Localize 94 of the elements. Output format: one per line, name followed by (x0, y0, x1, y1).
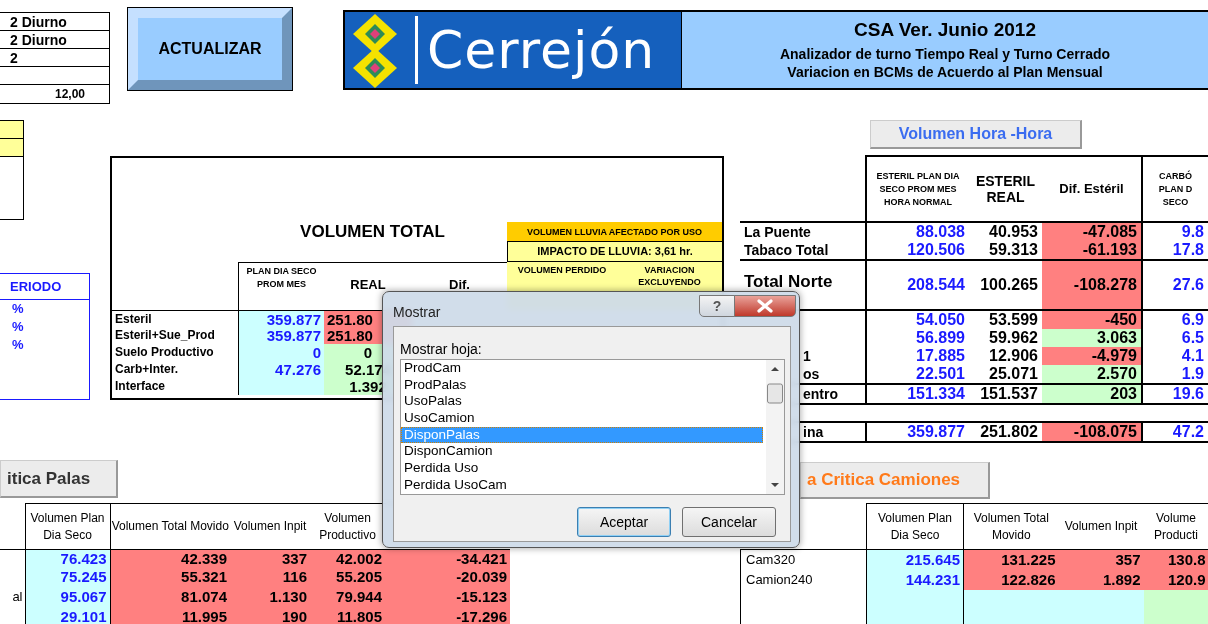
hourly-button[interactable]: Volumen Hora -Hora (870, 120, 1082, 149)
cell-text: % (11, 336, 25, 354)
list-item[interactable]: DisponCamion (401, 443, 763, 461)
diamond-logo-icon (353, 12, 419, 88)
cell-value: 12,00 (53, 86, 86, 103)
table-cell: 131.225 (963, 549, 1059, 570)
table-cell: 12.906 (969, 347, 1042, 365)
row-label: Interface (114, 378, 167, 395)
table-cell: 59.962 (969, 329, 1042, 347)
column-header: Volumen Plan Dia Seco (866, 503, 964, 550)
row-label: al (0, 586, 25, 608)
table-cell: 56.899 (866, 329, 969, 347)
table-cell: -108.075 (1042, 422, 1142, 442)
table-cell: 25.071 (969, 365, 1042, 384)
table-cell: -47.085 (1042, 222, 1142, 241)
report-title: CSA Ver. Junio 2012 (853, 18, 1037, 42)
table-cell: 79.944 (310, 586, 385, 608)
dialog-button[interactable]: Aceptar (577, 507, 671, 537)
cell-text: % (11, 318, 25, 336)
close-icon (757, 299, 773, 313)
row-label: Tabaco Total (740, 241, 866, 260)
dialog-button[interactable]: Cancelar (682, 507, 776, 537)
table-cell (1143, 608, 1208, 624)
table-cell: 6.9 (1142, 310, 1208, 329)
table-cell: 95.067 (25, 586, 110, 608)
table-cell: 47.2 (1142, 422, 1208, 442)
column-header: Volumen Total Movido (110, 503, 230, 550)
help-button[interactable]: ? (699, 295, 735, 317)
cell-text: % (11, 300, 25, 318)
table-cell: 0 (238, 344, 324, 361)
column-header: Volumen Plan Dia Seco (25, 503, 110, 550)
table-cell: 75.245 (25, 568, 110, 586)
table-cell: 122.826 (963, 570, 1059, 590)
table-cell: 19.6 (1142, 384, 1208, 404)
column-header: CARBÓ PLAN D SECO (1142, 156, 1208, 222)
table-title: VOLUMEN TOTAL (300, 220, 445, 243)
column-header: Volumen Total Movido (963, 503, 1059, 550)
table-cell: 4.1 (1142, 347, 1208, 365)
table-cell: 359.877 (238, 327, 324, 344)
cell-text: 2 Diurno (0, 13, 109, 31)
table-cell: -20.039 (385, 568, 510, 586)
table-cell: 9.8 (1142, 222, 1208, 241)
column-header: ESTERIL REAL (969, 156, 1042, 222)
table-cell: 120.506 (866, 241, 969, 260)
table-cell: 208.544 (866, 260, 969, 310)
column-header: Volumen Inpit (230, 503, 310, 550)
table-cell: 1.9 (1142, 365, 1208, 384)
table-cell: 81.074 (110, 586, 230, 608)
column-header: Volumen Inpit (1058, 503, 1144, 550)
table-cell: -4.979 (1042, 347, 1142, 365)
table-cell: 359.877 (866, 422, 969, 442)
cell-text: 2 Diurno (0, 31, 109, 49)
table-cell (1143, 590, 1208, 608)
report-subtitle: Variacion en BCMs de Acuerdo al Plan Mensual (786, 62, 1104, 81)
rain-impact: IMPACTO DE LLUVIA: 3,61 hr. (507, 242, 722, 262)
cell-text: 2 (0, 49, 109, 67)
table-cell: 6.5 (1142, 329, 1208, 347)
table-cell: 55.205 (310, 568, 385, 586)
table-cell: 22.501 (866, 365, 969, 384)
table-cell: 1.892 (1058, 570, 1144, 590)
table-cell: 144.231 (866, 570, 964, 590)
table-cell: 59.313 (969, 241, 1042, 260)
table-cell: -108.278 (1042, 260, 1142, 310)
shovels-button[interactable]: itica Palas (0, 460, 118, 498)
row-label: Esteril+Sue_Prod (114, 327, 216, 344)
close-button[interactable] (734, 295, 796, 317)
column-header: ESTERIL PLAN DIA SECO PROM MES HORA NORMAL (866, 156, 969, 222)
table-cell: 27.6 (1142, 260, 1208, 310)
table-cell: 17.8 (1142, 241, 1208, 260)
table-cell: 17.885 (866, 347, 969, 365)
row-label: Suelo Productivo (114, 344, 215, 361)
table-cell: 215.645 (866, 549, 964, 570)
table-cell: 120.9 (1143, 570, 1208, 590)
column-header: Volume Producti (1143, 503, 1208, 550)
table-cell: 53.599 (969, 310, 1042, 329)
table-cell: 47.276 (238, 361, 324, 378)
table-cell: 55.321 (110, 568, 230, 586)
list-item[interactable]: Perdida UsoCam (401, 476, 763, 494)
table-cell: -15.123 (385, 586, 510, 608)
table-cell: 3.063 (1042, 329, 1142, 347)
list-item[interactable]: Perdida Uso (401, 460, 763, 477)
row-label: La Puente (740, 222, 866, 241)
section-title: VOLUMEN LLUVIA AFECTADO POR USO (507, 222, 722, 242)
table-cell: 1.130 (230, 586, 310, 608)
table-cell: 151.334 (866, 384, 969, 404)
report-subtitle: Analizador de turno Tiempo Real y Turno Cerrado (778, 44, 1112, 63)
table-cell: 88.038 (866, 222, 969, 241)
table-cell: 54.050 (866, 310, 969, 329)
table-cell: 359.877 (238, 310, 324, 327)
table-cell: 203 (1042, 384, 1142, 404)
row-label: Carb+Inter. (114, 361, 180, 378)
refresh-button[interactable]: ACTUALIZAR (128, 8, 292, 90)
table-cell: 116 (230, 568, 310, 586)
period-title: ERIODO (0, 274, 89, 300)
